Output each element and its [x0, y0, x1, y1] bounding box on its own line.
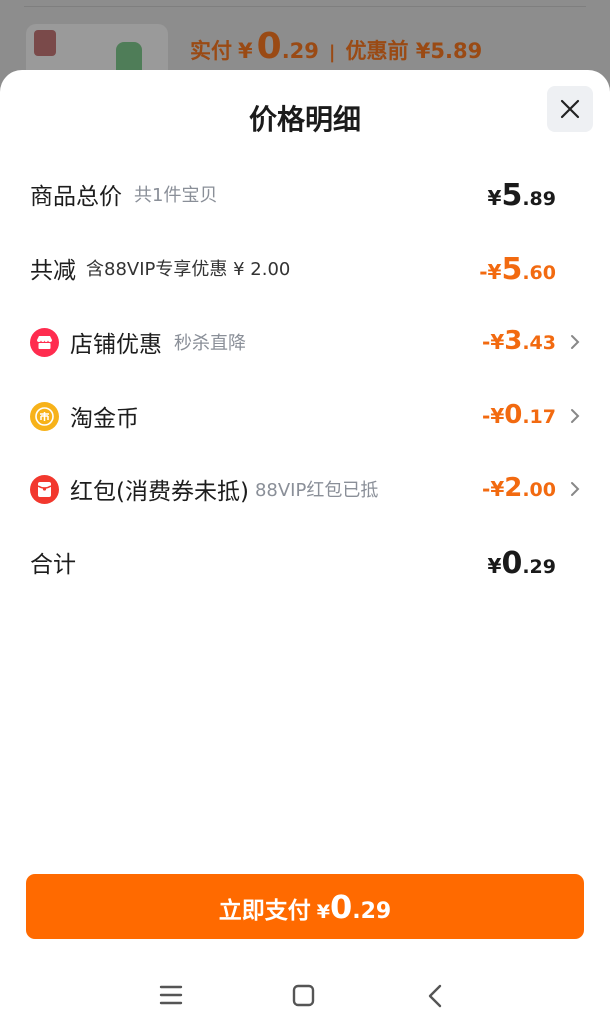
- row-sub: 共1件宝贝: [134, 185, 218, 206]
- row-amount: -¥ 0 .17: [482, 396, 556, 436]
- amount-yen: ¥: [487, 186, 502, 210]
- divider: [24, 6, 586, 7]
- amount-int: 0: [501, 546, 523, 581]
- close-icon: [560, 99, 580, 119]
- sheet-title: 价格明细: [248, 103, 361, 136]
- amount-yen: -¥: [482, 330, 505, 354]
- coin-icon: [30, 401, 59, 431]
- pay-now-button[interactable]: 立即支付 ¥ 0 .29: [26, 874, 584, 939]
- home-icon[interactable]: [292, 984, 315, 1007]
- actual-pay-yen: ¥: [238, 39, 253, 63]
- brand-logo: [34, 30, 56, 56]
- row-label: 商品总价: [30, 184, 122, 210]
- before-discount-price: 优惠前 ¥5.89: [345, 39, 483, 63]
- amount-int: 5: [501, 252, 523, 287]
- amount-dec: .60: [522, 262, 556, 284]
- background-price: 实付 ¥ 0 .29 | 优惠前 ¥5.89: [190, 26, 482, 70]
- amount-dec: .29: [522, 556, 556, 578]
- amount-dec: .17: [522, 406, 556, 428]
- price-detail-sheet: 价格明细 商品总价 共1件宝贝 ¥ 5 .89 共减 含88VIP专享优惠 ¥ …: [0, 70, 610, 1033]
- amount-dec: .00: [522, 479, 556, 501]
- row-shop-discount[interactable]: 店铺优惠 秒杀直降 -¥ 3 .43: [30, 322, 580, 362]
- chevron-right-icon: [571, 409, 580, 423]
- pay-dec: .29: [352, 899, 392, 924]
- row-label: 红包(消费券未抵): [70, 479, 249, 505]
- row-label: 合计: [30, 552, 76, 578]
- amount-yen: -¥: [482, 404, 505, 428]
- row-sub: 88VIP红包已抵: [254, 480, 379, 501]
- row-goods-total: 商品总价 共1件宝贝 ¥ 5 .89: [30, 174, 580, 214]
- amount-int: 5: [501, 178, 523, 213]
- back-icon[interactable]: [427, 984, 443, 1008]
- price-separator: |: [328, 42, 336, 63]
- row-grand-total: 合计 ¥ 0 .29: [30, 542, 580, 582]
- amount-int: 2: [504, 473, 523, 503]
- shop-icon: [30, 327, 59, 357]
- close-button[interactable]: [547, 86, 593, 132]
- row-sub: 秒杀直降: [174, 333, 246, 354]
- row-amount: -¥ 3 .43: [482, 322, 556, 362]
- actual-pay-int: 0: [256, 26, 282, 67]
- row-red-packet[interactable]: 红包(消费券未抵) 88VIP红包已抵 -¥ 2 .00: [30, 469, 580, 509]
- row-label: 店铺优惠: [70, 332, 162, 358]
- chevron-right-icon: [571, 335, 580, 349]
- amount-int: 3: [504, 326, 523, 356]
- amount-yen: ¥: [487, 554, 502, 578]
- pay-yen: ¥: [316, 901, 330, 923]
- chevron-right-icon: [571, 482, 580, 496]
- row-amount: ¥ 0 .29: [488, 542, 556, 582]
- system-navbar: [0, 970, 610, 1030]
- row-taobao-coins[interactable]: 淘金币 -¥ 0 .17: [30, 396, 580, 436]
- row-sub: 含88VIP专享优惠 ¥ 2.00: [86, 259, 291, 280]
- amount-yen: -¥: [479, 260, 502, 284]
- amount-yen: -¥: [482, 477, 505, 501]
- row-amount: ¥ 5 .89: [488, 174, 556, 214]
- row-amount: -¥ 2 .00: [482, 469, 556, 509]
- actual-pay-label: 实付: [190, 39, 232, 63]
- row-label: 淘金币: [70, 406, 139, 432]
- row-label: 共减: [30, 258, 76, 284]
- row-total-discount: 共减 含88VIP专享优惠 ¥ 2.00 -¥ 5 .60: [30, 248, 580, 288]
- menu-icon[interactable]: [159, 984, 183, 1006]
- red-packet-icon: [30, 474, 59, 504]
- actual-pay-dec: .29: [281, 39, 319, 63]
- amount-dec: .43: [522, 332, 556, 354]
- row-amount: -¥ 5 .60: [479, 248, 556, 288]
- pay-label: 立即支付: [218, 898, 311, 924]
- pay-int: 0: [329, 888, 353, 926]
- amount-dec: .89: [522, 188, 556, 210]
- amount-int: 0: [504, 400, 523, 430]
